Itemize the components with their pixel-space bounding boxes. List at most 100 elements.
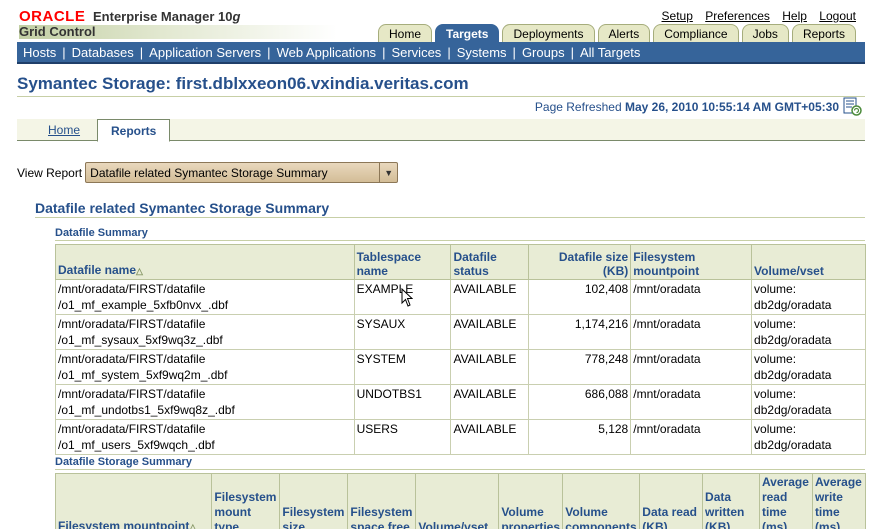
nav-databases[interactable]: Databases xyxy=(72,45,134,60)
table-row: /mnt/oradata/FIRST/datafile/o1_mf_system… xyxy=(55,349,866,385)
cell-mountpoint: /mnt/oradata xyxy=(630,349,753,385)
main-tabs: Home Targets Deployments Alerts Complian… xyxy=(378,24,859,42)
col-data-read[interactable]: Data read (KB) xyxy=(639,473,704,529)
col-filesystem-size[interactable]: Filesystem size xyxy=(279,473,349,529)
nav-all-targets[interactable]: All Targets xyxy=(580,45,640,60)
page-refreshed: Page Refreshed May 26, 2010 10:55:14 AM … xyxy=(535,100,839,114)
col-average-read-time[interactable]: Average read time (ms) xyxy=(758,473,813,529)
subtab-home[interactable]: Home xyxy=(35,119,93,141)
oracle-logo: ORACLE xyxy=(19,8,86,25)
mouse-cursor-icon xyxy=(401,288,413,307)
cell-volume: volume: db2dg/oradata xyxy=(751,419,866,455)
table-row: /mnt/oradata/FIRST/datafile/o1_mf_users_… xyxy=(55,419,866,455)
cell-size: 102,408 xyxy=(528,279,632,315)
global-links: Setup Preferences Help Logout xyxy=(653,9,856,23)
nav-separator: | xyxy=(267,44,271,60)
table-header-row: Filesystem mountpoint△ Filesystem mount … xyxy=(54,473,867,529)
product-subtitle: Grid Control xyxy=(19,24,96,39)
col-filesystem-mount-type[interactable]: Filesystem mount type xyxy=(211,473,281,529)
table-row: /mnt/oradata/FIRST/datafile/o1_mf_undotb… xyxy=(55,384,866,420)
section-title: Datafile related Symantec Storage Summar… xyxy=(35,200,330,216)
tab-alerts[interactable]: Alerts xyxy=(597,24,651,42)
subtab-reports[interactable]: Reports xyxy=(97,119,171,142)
col-volume-vset[interactable]: Volume/vset xyxy=(751,244,866,280)
sort-asc-icon[interactable]: △ xyxy=(136,266,143,276)
col-volume-components[interactable]: Volume components xyxy=(562,473,641,529)
help-link[interactable]: Help xyxy=(782,9,807,23)
cell-volume: volume: db2dg/oradata xyxy=(751,349,866,385)
datafile-summary-table: Datafile name△ Tablespace name Datafile … xyxy=(55,244,866,455)
cell-tablespace: SYSTEM xyxy=(353,349,452,385)
col-filesystem-space-free[interactable]: Filesystem space free xyxy=(347,473,417,529)
nav-separator: | xyxy=(382,44,386,60)
title-divider xyxy=(17,96,865,97)
tab-compliance[interactable]: Compliance xyxy=(653,24,739,42)
tab-deployments[interactable]: Deployments xyxy=(502,24,595,42)
col-average-write-time[interactable]: Average write time (ms) xyxy=(811,473,867,529)
cell-datafile-name: /mnt/oradata/FIRST/datafile/o1_mf_system… xyxy=(55,349,355,385)
view-report-label: View Report xyxy=(17,165,83,180)
nav-separator: | xyxy=(447,44,451,60)
cell-datafile-name: /mnt/oradata/FIRST/datafile/o1_mf_exampl… xyxy=(55,279,355,315)
nav-hosts[interactable]: Hosts xyxy=(23,45,56,60)
table-row: /mnt/oradata/FIRST/datafile/o1_mf_sysaux… xyxy=(55,314,866,350)
cell-status: AVAILABLE xyxy=(450,279,530,315)
cell-mountpoint: /mnt/oradata xyxy=(630,419,753,455)
cell-datafile-name: /mnt/oradata/FIRST/datafile/o1_mf_undotb… xyxy=(55,384,355,420)
cell-size: 1,174,216 xyxy=(528,314,632,350)
setup-link[interactable]: Setup xyxy=(662,9,693,23)
refresh-timestamp: May 26, 2010 10:55:14 AM GMT+05:30 xyxy=(624,100,839,114)
cell-status: AVAILABLE xyxy=(450,314,530,350)
nav-separator: | xyxy=(139,44,144,60)
nav-separator: | xyxy=(570,44,574,60)
view-report-select[interactable]: Datafile related Symantec Storage Summar… xyxy=(85,162,399,183)
col-filesystem-mountpoint[interactable]: Filesystem mountpoint△ xyxy=(54,473,213,529)
cell-status: AVAILABLE xyxy=(450,419,530,455)
nav-services[interactable]: Services xyxy=(391,45,441,60)
preferences-link[interactable]: Preferences xyxy=(705,9,770,23)
datafile-summary-title: Datafile Summary xyxy=(55,227,148,239)
cell-volume: volume: db2dg/oradata xyxy=(751,314,866,350)
col-volume-vset[interactable]: Volume/vset xyxy=(415,473,500,529)
storage-summary-title: Datafile Storage Summary xyxy=(55,456,192,468)
nav-systems[interactable]: Systems xyxy=(457,45,507,60)
cell-tablespace: UNDOTBS1 xyxy=(353,384,452,420)
sort-asc-icon[interactable]: △ xyxy=(189,522,196,529)
col-datafile-size[interactable]: Datafile size (KB) xyxy=(528,244,632,280)
col-filesystem-mountpoint[interactable]: Filesystem mountpoint xyxy=(630,244,753,280)
col-volume-properties[interactable]: Volume properties xyxy=(498,473,564,529)
view-report-row: View Report Datafile related Symantec St… xyxy=(17,162,399,183)
cell-tablespace: SYSAUX xyxy=(353,314,452,350)
col-data-written[interactable]: Data written (KB) xyxy=(702,473,760,529)
section-divider xyxy=(35,217,865,218)
tab-targets[interactable]: Targets xyxy=(435,24,500,42)
col-tablespace-name[interactable]: Tablespace name xyxy=(353,244,452,280)
tab-jobs[interactable]: Jobs xyxy=(741,24,789,42)
logout-link[interactable]: Logout xyxy=(819,9,856,23)
tab-reports[interactable]: Reports xyxy=(791,24,856,42)
refresh-icon[interactable] xyxy=(843,97,862,116)
cell-size: 5,128 xyxy=(528,419,632,455)
cell-status: AVAILABLE xyxy=(450,349,530,385)
cell-volume: volume: db2dg/oradata xyxy=(751,279,866,315)
tab-home[interactable]: Home xyxy=(378,24,433,42)
table-row: /mnt/oradata/FIRST/datafile/o1_mf_exampl… xyxy=(55,279,866,315)
brand-header: ORACLE Enterprise Manager 10g Grid Contr… xyxy=(19,8,349,42)
table-header-row: Datafile name△ Tablespace name Datafile … xyxy=(55,244,866,280)
product-name: Enterprise Manager 10 xyxy=(93,9,233,24)
dropdown-arrow-icon[interactable]: ▼ xyxy=(379,163,397,182)
cell-mountpoint: /mnt/oradata xyxy=(630,279,753,315)
col-datafile-name[interactable]: Datafile name△ xyxy=(55,244,355,280)
cell-tablespace: USERS xyxy=(353,419,452,455)
page-title: Symantec Storage: first.dblxxeon06.vxind… xyxy=(17,74,469,93)
cell-mountpoint: /mnt/oradata xyxy=(630,314,753,350)
cell-datafile-name: /mnt/oradata/FIRST/datafile/o1_mf_users_… xyxy=(55,419,355,455)
cell-status: AVAILABLE xyxy=(450,384,530,420)
nav-application-servers[interactable]: Application Servers xyxy=(149,45,261,60)
subsection-divider xyxy=(55,469,865,470)
cell-size: 778,248 xyxy=(528,349,632,385)
nav-web-applications[interactable]: Web Applications xyxy=(277,45,377,60)
col-datafile-status[interactable]: Datafile status xyxy=(450,244,530,280)
cell-datafile-name: /mnt/oradata/FIRST/datafile/o1_mf_sysaux… xyxy=(55,314,355,350)
nav-groups[interactable]: Groups xyxy=(522,45,565,60)
